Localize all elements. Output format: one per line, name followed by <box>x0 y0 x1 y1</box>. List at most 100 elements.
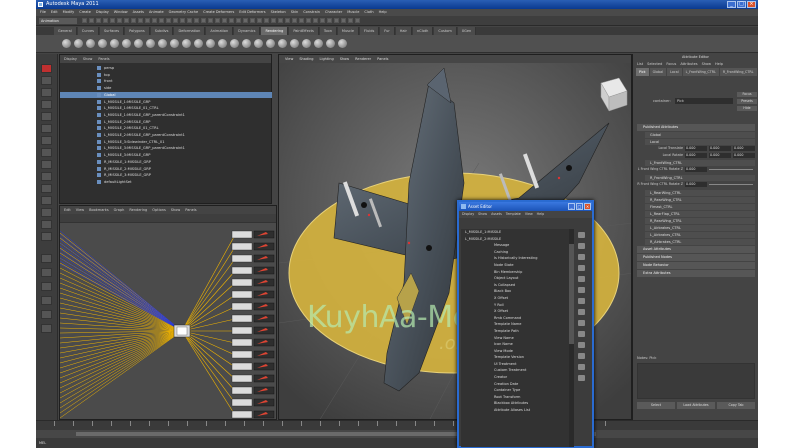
shelf-tool-icon[interactable] <box>158 39 167 48</box>
container-name-field[interactable]: Pick <box>675 98 733 104</box>
attribute-value-field[interactable]: 0.000 <box>685 182 707 187</box>
shelf-tool-icon[interactable] <box>86 39 95 48</box>
ctrl-subsection[interactable]: L_RearFlap_CTRL <box>645 211 755 217</box>
status-tool-icon[interactable] <box>222 18 227 23</box>
status-tool-icon[interactable] <box>341 18 346 23</box>
viewport-menu-show[interactable]: Show <box>340 55 349 63</box>
command-line[interactable]: MEL <box>36 438 758 448</box>
asset-attribute-item[interactable]: X Offset <box>461 308 569 315</box>
menu-assets[interactable]: Assets <box>133 9 144 16</box>
asset-action-icon[interactable] <box>578 276 585 282</box>
asset-attribute-item[interactable]: Creator <box>461 374 569 381</box>
status-tool-icon[interactable] <box>299 18 304 23</box>
attribute-section[interactable]: Asset Attributes <box>637 246 755 253</box>
status-tool-icon[interactable] <box>138 18 143 23</box>
outliner-menu-show[interactable]: Show <box>83 55 92 63</box>
outliner-item[interactable]: L_MISSILE_1:MISSILE_01_CTRL <box>60 105 272 111</box>
menu-skin[interactable]: Skin <box>291 9 298 16</box>
shelf-tab-surfaces[interactable]: Surfaces <box>99 27 125 35</box>
status-tool-icon[interactable] <box>145 18 150 23</box>
shelf-tab-animation[interactable]: Animation <box>206 27 234 35</box>
asset-attribute-item[interactable]: Template Name <box>461 321 569 328</box>
hypergraph-menu-view[interactable]: View <box>76 206 84 214</box>
shelf-tab-subdivs[interactable]: Subdivs <box>150 27 174 35</box>
outliner-item[interactable]: defaultLightSet <box>60 179 272 185</box>
menu-modify[interactable]: Modify <box>63 9 75 16</box>
status-tool-icon[interactable] <box>236 18 241 23</box>
asset-attribute-item[interactable]: Black Box <box>461 288 569 295</box>
shelf-tab-toon[interactable]: Toon <box>319 27 337 35</box>
hypergraph-menu-bookmarks[interactable]: Bookmarks <box>89 206 109 214</box>
menu-animate[interactable]: Animate <box>149 9 164 16</box>
shelf-tab-general[interactable]: General <box>54 27 77 35</box>
outliner-item[interactable]: top <box>60 72 272 78</box>
attribute-value-field[interactable]: 0.000 <box>709 146 731 151</box>
attribute-value-field[interactable]: 0.000 <box>709 153 731 158</box>
status-tool-icon[interactable] <box>159 18 164 23</box>
ctrl-subsection[interactable]: R_Airbrakes_CTRL <box>645 239 755 245</box>
status-tool-icon[interactable] <box>180 18 185 23</box>
status-tool-icon[interactable] <box>103 18 108 23</box>
asset-attribute-item[interactable]: Bin Membership <box>461 269 569 276</box>
asset-menu-display[interactable]: Display <box>462 211 474 218</box>
shelf-tab-rendering[interactable]: Rendering <box>261 27 289 35</box>
asset-menu-view[interactable]: View <box>525 211 533 218</box>
asset-attribute-item[interactable]: Template Path <box>461 328 569 335</box>
shelf-tool-icon[interactable] <box>62 39 71 48</box>
ae-tab-global[interactable]: Global <box>649 68 667 76</box>
menu-create-deformers[interactable]: Create Deformers <box>203 9 234 16</box>
status-tool-icon[interactable] <box>124 18 129 23</box>
layout-preset-icon[interactable] <box>41 310 52 319</box>
hypergraph-menu-options[interactable]: Options <box>152 206 166 214</box>
shelf-tool-icon[interactable] <box>218 39 227 48</box>
asset-attribute-item[interactable]: Is Historically Interesting <box>461 255 569 262</box>
mode-selector[interactable]: Animation <box>39 18 77 24</box>
asset-attribute-item[interactable]: Y Roll <box>461 302 569 309</box>
toolbox-tool-icon[interactable] <box>41 160 52 169</box>
close-button[interactable]: × <box>747 1 756 8</box>
status-tool-icon[interactable] <box>292 18 297 23</box>
status-tool-icon[interactable] <box>208 18 213 23</box>
asset-editor-maximize-button[interactable]: □ <box>576 203 583 210</box>
menu-constrain[interactable]: Constrain <box>303 9 320 16</box>
shelf-tool-icon[interactable] <box>338 39 347 48</box>
asset-attribute-item[interactable]: Caching <box>461 249 569 256</box>
toolbox-tool-icon[interactable] <box>41 220 52 229</box>
shelf-tool-icon[interactable] <box>122 39 131 48</box>
range-slider[interactable] <box>36 430 758 438</box>
asset-action-icon[interactable] <box>578 243 585 249</box>
outliner-item[interactable]: R_MISSILE_1:MISSILE_GRP <box>60 159 272 165</box>
shelf-tool-icon[interactable] <box>110 39 119 48</box>
ae-tab-local[interactable]: Local <box>667 68 682 76</box>
attribute-value-field[interactable]: 0.000 <box>685 167 707 172</box>
shelf-tool-icon[interactable] <box>230 39 239 48</box>
shelf-tab-custom[interactable]: Custom <box>434 27 457 35</box>
viewport-menu-panels[interactable]: Panels <box>377 55 388 63</box>
layout-preset-icon[interactable] <box>41 254 52 263</box>
menu-skeleton[interactable]: Skeleton <box>271 9 286 16</box>
asset-action-icon[interactable] <box>578 375 585 381</box>
asset-editor-close-button[interactable]: × <box>584 203 591 210</box>
menu-create[interactable]: Create <box>79 9 91 16</box>
ae-tab-l-frontwing-ctrl[interactable]: L_FrontWing_CTRL <box>682 68 719 76</box>
attribute-value-field[interactable]: 0.000 <box>733 146 755 151</box>
outliner-item[interactable]: L_MISSILE_3:MISSILE_GRP <box>60 152 272 158</box>
toolbox-tool-icon[interactable] <box>41 100 52 109</box>
hypergraph-menu-panels[interactable]: Panels <box>185 206 196 214</box>
outliner-item[interactable]: L_MISSILE_3:MISSILE_GRP_parentConstraint… <box>60 145 272 151</box>
menu-character[interactable]: Character <box>325 9 342 16</box>
hypergraph-menu-show[interactable]: Show <box>171 206 180 214</box>
status-tool-icon[interactable] <box>243 18 248 23</box>
status-tool-icon[interactable] <box>313 18 318 23</box>
outliner-item[interactable]: persp <box>60 65 272 71</box>
menu-window[interactable]: Window <box>114 9 128 16</box>
ae-menu-selected[interactable]: Selected <box>647 60 662 68</box>
asset-attribute-item[interactable]: Blackbox Attributes <box>461 400 569 407</box>
shelf-tab-ncloth[interactable]: nCloth <box>412 27 434 35</box>
shelf-tool-icon[interactable] <box>194 39 203 48</box>
maximize-button[interactable]: □ <box>737 1 746 8</box>
outliner-menu-panels[interactable]: Panels <box>98 55 109 63</box>
asset-list-scrollbar[interactable] <box>569 229 574 447</box>
outliner-item[interactable]: L_MISSILE_3:Sidewinder_CTRL_01 <box>60 139 272 145</box>
status-tool-icon[interactable] <box>96 18 101 23</box>
